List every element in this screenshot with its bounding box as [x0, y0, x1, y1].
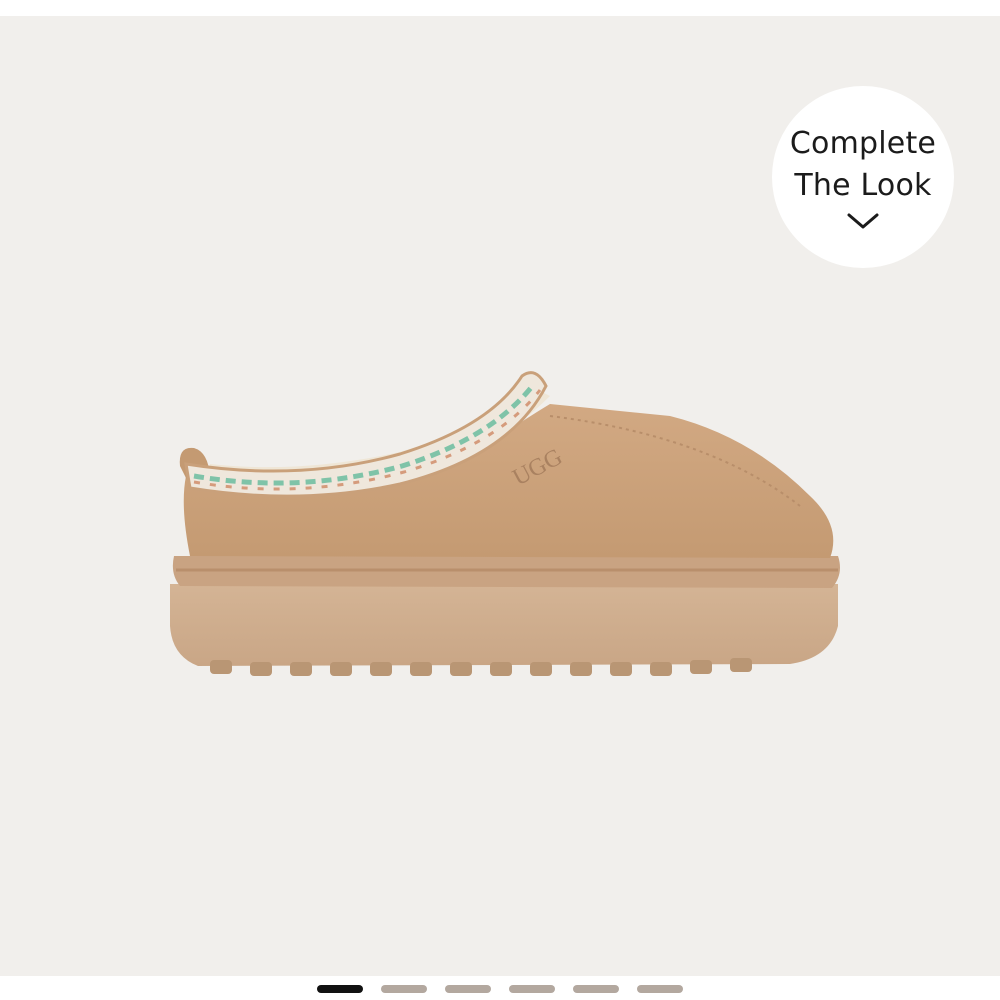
midsole-welt: [172, 556, 840, 588]
pagination-dot[interactable]: [381, 985, 427, 993]
chevron-down-icon: [847, 213, 879, 229]
pagination-dot[interactable]: [573, 985, 619, 993]
pagination-dot[interactable]: [637, 985, 683, 993]
outsole: [170, 584, 838, 666]
pagination-dot[interactable]: [509, 985, 555, 993]
product-image: UGG: [170, 371, 840, 676]
top-bar: [0, 0, 1000, 16]
image-pagination: [0, 985, 1000, 995]
pagination-dot[interactable]: [445, 985, 491, 993]
complete-the-look-label-line1: Complete: [789, 126, 937, 161]
pagination-dot[interactable]: [317, 985, 363, 993]
product-image-gallery[interactable]: UGG Complete The Look: [0, 16, 1000, 976]
complete-the-look-button[interactable]: Complete The Look: [772, 86, 954, 268]
complete-the-look-label-line2: The Look: [794, 168, 932, 203]
